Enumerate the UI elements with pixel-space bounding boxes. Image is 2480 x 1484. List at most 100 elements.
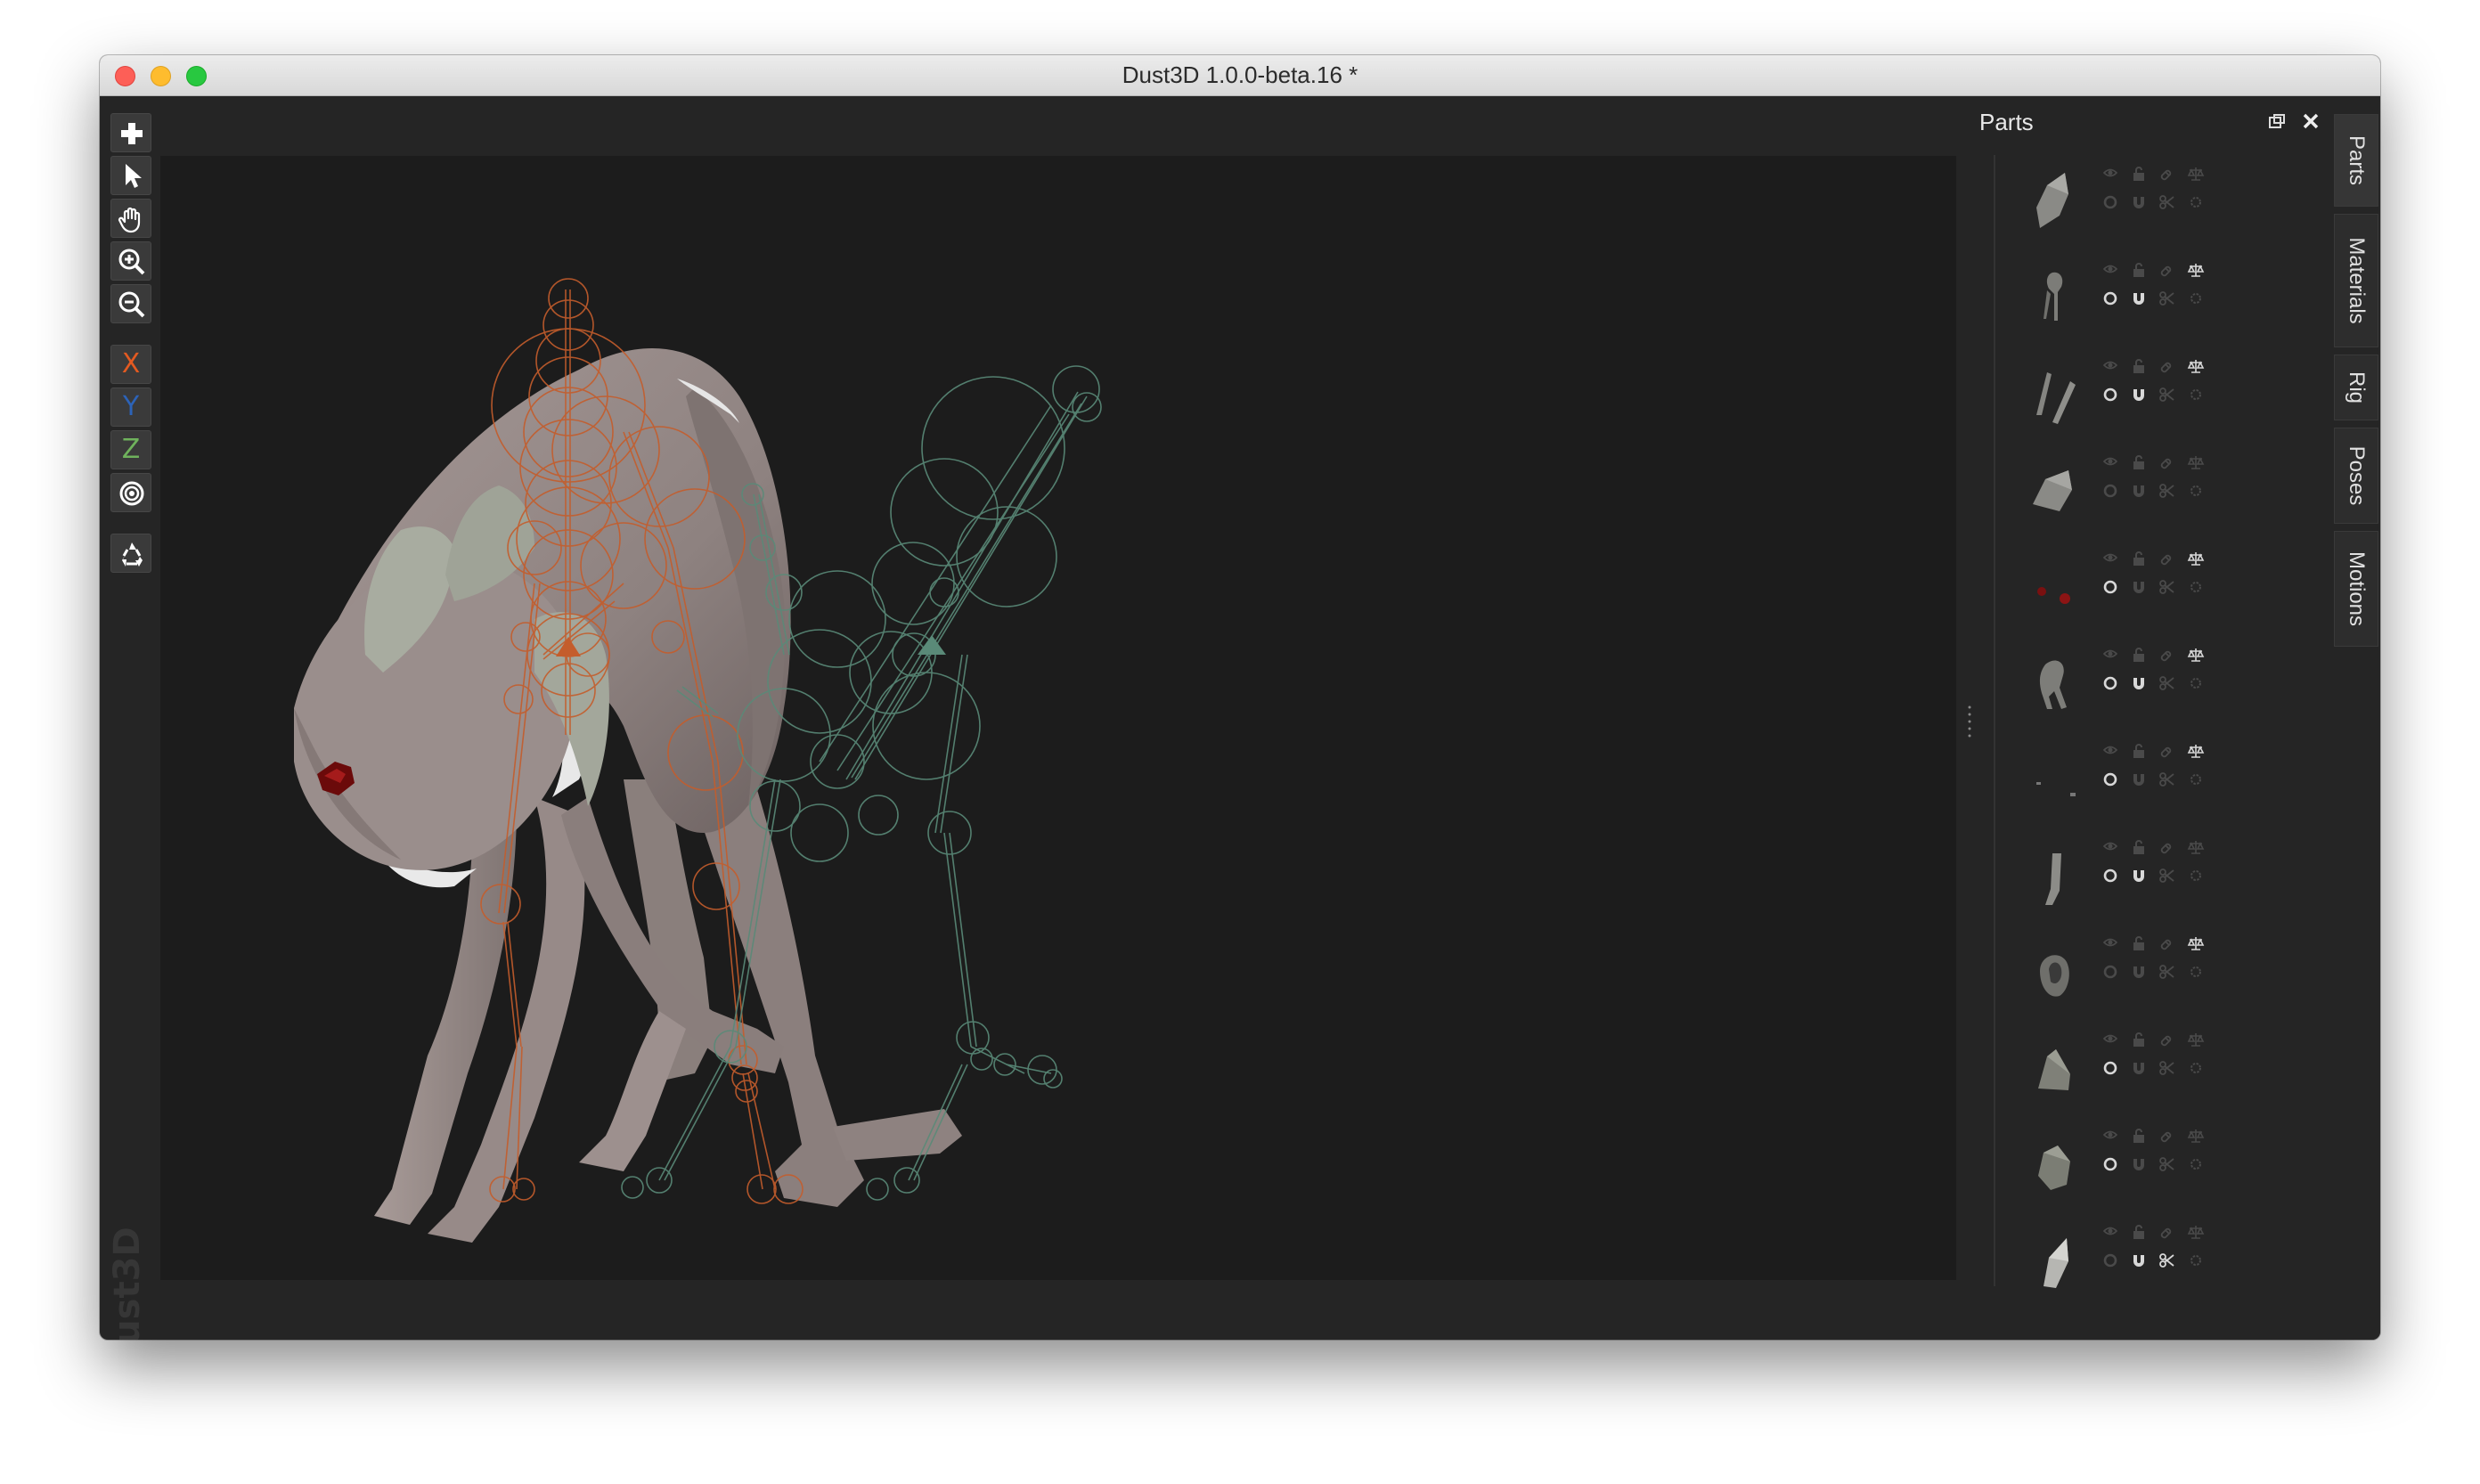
eye-icon[interactable]	[2102, 1130, 2118, 1139]
scissors-icon[interactable]	[2159, 868, 2174, 883]
magnet-icon[interactable]	[2133, 774, 2144, 786]
part-item[interactable]	[1995, 347, 2218, 444]
circle-icon[interactable]	[2103, 1157, 2117, 1171]
scissors-icon[interactable]	[2159, 965, 2174, 979]
link-icon[interactable]	[2160, 843, 2172, 854]
scissors-icon[interactable]	[2159, 1061, 2174, 1075]
part-item[interactable]	[1995, 251, 2218, 347]
eye-icon[interactable]	[2102, 938, 2118, 947]
magnet-icon[interactable]	[2133, 1255, 2144, 1267]
lock-icon[interactable]	[2133, 455, 2144, 469]
gear-icon[interactable]	[2190, 197, 2201, 208]
gear-icon[interactable]	[2190, 485, 2201, 496]
gear-icon[interactable]	[2190, 870, 2201, 881]
lock-icon[interactable]	[2133, 1225, 2144, 1239]
link-icon[interactable]	[2160, 1035, 2172, 1047]
lock-icon[interactable]	[2133, 551, 2144, 566]
scissors-icon[interactable]	[2159, 1157, 2174, 1171]
gear-icon[interactable]	[2190, 389, 2201, 400]
tab-rig[interactable]: Rig	[2334, 355, 2378, 420]
part-item[interactable]	[1995, 1117, 2218, 1213]
part-item[interactable]	[1995, 732, 2218, 828]
tab-materials[interactable]: Materials	[2334, 214, 2378, 347]
y-axis-lock-button[interactable]: Y	[110, 387, 151, 427]
link-icon[interactable]	[2160, 939, 2172, 950]
link-icon[interactable]	[2160, 362, 2172, 373]
lock-icon[interactable]	[2133, 167, 2144, 181]
model-viewport[interactable]	[160, 156, 1956, 1280]
part-item[interactable]	[1995, 444, 2218, 540]
lock-icon[interactable]	[2133, 1032, 2144, 1047]
balance-icon[interactable]	[2187, 937, 2205, 950]
magnet-icon[interactable]	[2133, 485, 2144, 497]
scissors-icon[interactable]	[2159, 387, 2174, 402]
eye-icon[interactable]	[2102, 553, 2118, 562]
eye-icon[interactable]	[2102, 457, 2118, 466]
link-icon[interactable]	[2160, 265, 2172, 277]
circle-icon[interactable]	[2103, 868, 2117, 883]
balance-icon[interactable]	[2187, 167, 2205, 181]
lock-icon[interactable]	[2133, 936, 2144, 950]
link-icon[interactable]	[2160, 746, 2172, 758]
balance-icon[interactable]	[2187, 1129, 2205, 1143]
gear-icon[interactable]	[2190, 293, 2201, 304]
circle-icon[interactable]	[2103, 772, 2117, 787]
lock-icon[interactable]	[2133, 1129, 2144, 1143]
gear-icon[interactable]	[2190, 678, 2201, 689]
float-window-icon[interactable]	[2267, 112, 2287, 132]
add-node-button[interactable]	[110, 113, 151, 152]
balance-icon[interactable]	[2187, 648, 2205, 662]
part-item[interactable]	[1995, 636, 2218, 732]
balance-icon[interactable]	[2187, 1226, 2205, 1239]
z-axis-lock-button[interactable]: Z	[110, 430, 151, 469]
lock-icon[interactable]	[2133, 648, 2144, 662]
regenerate-button[interactable]	[110, 534, 151, 573]
balance-icon[interactable]	[2187, 264, 2205, 277]
circle-icon[interactable]	[2103, 195, 2117, 209]
scissors-icon[interactable]	[2159, 291, 2174, 306]
circle-icon[interactable]	[2103, 291, 2117, 306]
lock-icon[interactable]	[2133, 359, 2144, 373]
scissors-icon[interactable]	[2159, 580, 2174, 594]
eye-icon[interactable]	[2102, 361, 2118, 370]
magnet-icon[interactable]	[2133, 389, 2144, 401]
circle-icon[interactable]	[2103, 484, 2117, 498]
circle-icon[interactable]	[2103, 676, 2117, 690]
select-tool-button[interactable]	[110, 156, 151, 195]
balance-icon[interactable]	[2187, 360, 2205, 373]
link-icon[interactable]	[2160, 650, 2172, 662]
gear-icon[interactable]	[2190, 774, 2201, 785]
magnet-icon[interactable]	[2133, 293, 2144, 305]
balance-icon[interactable]	[2187, 552, 2205, 566]
eye-icon[interactable]	[2102, 842, 2118, 851]
tab-poses[interactable]: Poses	[2334, 428, 2378, 524]
part-item[interactable]	[1995, 1213, 2218, 1309]
magnet-icon[interactable]	[2133, 197, 2144, 208]
link-icon[interactable]	[2160, 554, 2172, 566]
zoom-out-button[interactable]	[110, 284, 151, 323]
scissors-icon[interactable]	[2159, 195, 2174, 209]
scissors-icon[interactable]	[2159, 484, 2174, 498]
balance-icon[interactable]	[2187, 841, 2205, 854]
part-item[interactable]	[1995, 155, 2218, 251]
part-item[interactable]	[1995, 540, 2218, 636]
part-item[interactable]	[1995, 1021, 2218, 1117]
drag-tool-button[interactable]	[110, 199, 151, 238]
eye-icon[interactable]	[2102, 649, 2118, 658]
tab-parts[interactable]: Parts	[2334, 114, 2378, 207]
circle-icon[interactable]	[2103, 965, 2117, 979]
magnet-icon[interactable]	[2133, 678, 2144, 689]
part-item[interactable]	[1995, 925, 2218, 1021]
magnet-icon[interactable]	[2133, 1063, 2144, 1074]
gear-icon[interactable]	[2190, 1255, 2201, 1266]
balance-icon[interactable]	[2187, 745, 2205, 758]
balance-icon[interactable]	[2187, 456, 2205, 469]
eye-icon[interactable]	[2102, 1227, 2118, 1235]
lock-icon[interactable]	[2133, 840, 2144, 854]
magnet-icon[interactable]	[2133, 1159, 2144, 1170]
gear-icon[interactable]	[2190, 1063, 2201, 1073]
eye-icon[interactable]	[2102, 1034, 2118, 1043]
scissors-icon[interactable]	[2159, 772, 2174, 787]
lock-icon[interactable]	[2133, 263, 2144, 277]
eye-icon[interactable]	[2102, 265, 2118, 273]
